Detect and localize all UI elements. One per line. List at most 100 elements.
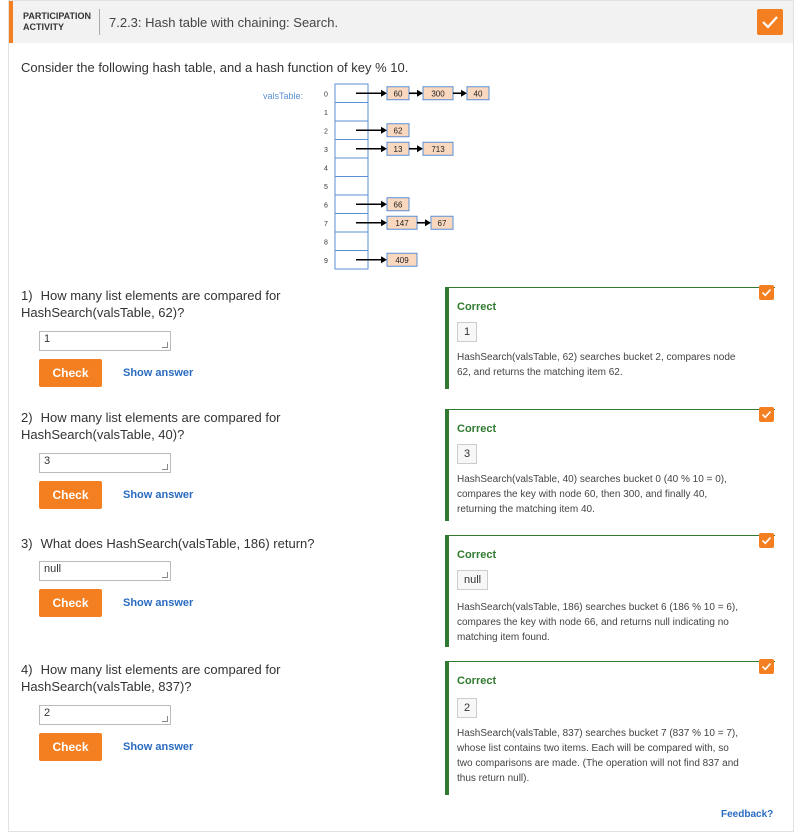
check-button-4[interactable]: Check	[39, 733, 102, 761]
arrow-head-icon	[381, 145, 387, 153]
intro-text: Consider the following hash table, and a…	[21, 60, 409, 75]
header-divider	[99, 9, 100, 35]
activity-header: PARTICIPATION ACTIVITY 7.2.3: Hash table…	[9, 1, 793, 43]
explanation-text: HashSearch(valsTable, 62) searches bucke…	[457, 352, 736, 378]
question-2-checkmark-icon	[759, 407, 774, 422]
list-node-value: 40	[474, 89, 483, 98]
bucket-cell	[334, 157, 369, 177]
check-button-2[interactable]: Check	[39, 481, 102, 509]
correct-label: Correct	[457, 423, 497, 435]
bucket-cell	[334, 176, 369, 196]
show-answer-link-4[interactable]: Show answer	[123, 741, 193, 753]
list-node	[386, 141, 410, 156]
bucket-cell	[334, 83, 369, 103]
correct-label: Correct	[457, 549, 497, 561]
answer-input-1[interactable]: 1	[39, 331, 171, 351]
list-node-value: 67	[438, 219, 447, 228]
list-node	[386, 86, 410, 101]
feedback-link[interactable]: Feedback?	[721, 809, 773, 820]
answer-value: 1	[44, 333, 51, 345]
arrow-head-icon	[461, 89, 467, 97]
resize-grip-icon[interactable]	[162, 464, 168, 470]
check-button-3[interactable]: Check	[39, 589, 102, 617]
question-number: 3)	[21, 536, 33, 551]
arrow-head-icon	[417, 145, 423, 153]
list-node	[466, 86, 490, 101]
list-node-value: 713	[431, 145, 445, 154]
resize-grip-icon[interactable]	[162, 342, 168, 348]
bucket-index: 6	[324, 202, 328, 209]
bucket-index: 2	[324, 128, 328, 135]
completion-checkmark-icon	[757, 9, 783, 35]
bucket-cell	[334, 194, 369, 214]
feedback-panel-3: Correct null HashSearch(valsTable, 186) …	[445, 535, 775, 647]
question-number: 2)	[21, 410, 33, 425]
question-3-checkmark-icon	[759, 533, 774, 548]
bucket-index: 8	[324, 239, 328, 246]
question-text: What does HashSearch(valsTable, 186) ret…	[40, 536, 315, 551]
explanation-text: HashSearch(valsTable, 837) searches buck…	[457, 728, 739, 784]
correct-value: 3	[457, 444, 478, 464]
show-answer-link-1[interactable]: Show answer	[123, 367, 193, 379]
bucket-cell	[334, 213, 369, 233]
answer-input-2[interactable]: 3	[39, 453, 171, 473]
list-node	[386, 252, 418, 267]
resize-grip-icon[interactable]	[162, 716, 168, 722]
answer-input-4[interactable]: 2	[39, 705, 171, 725]
answer-value: 3	[44, 455, 51, 467]
list-node-value: 409	[395, 256, 409, 265]
bucket-index: 9	[324, 258, 328, 265]
show-answer-link-2[interactable]: Show answer	[123, 489, 193, 501]
check-button-1[interactable]: Check	[39, 359, 102, 387]
list-node	[422, 86, 454, 101]
list-node-value: 60	[394, 89, 403, 98]
bucket-index: 5	[324, 184, 328, 191]
bucket-index: 0	[324, 91, 328, 98]
question-text: How many list elements are compared for …	[21, 288, 281, 320]
bucket-cell	[334, 102, 369, 122]
answer-value: null	[44, 563, 62, 575]
feedback-panel-2: Correct 3 HashSearch(valsTable, 40) sear…	[445, 409, 775, 521]
feedback-panel-4: Correct 2 HashSearch(valsTable, 837) sea…	[445, 661, 775, 795]
correct-label: Correct	[457, 301, 497, 313]
resize-grip-icon[interactable]	[162, 572, 168, 578]
explanation-text: HashSearch(valsTable, 40) searches bucke…	[457, 474, 727, 515]
arrow-head-icon	[381, 200, 387, 208]
question-1-checkmark-icon	[759, 285, 774, 300]
hash-table-diagram: valsTable: 0123456789 60 300 406213 7136614…	[263, 83, 490, 270]
answer-input-3[interactable]: null	[39, 561, 171, 581]
list-node-value: 147	[395, 219, 409, 228]
activity-type-label: PARTICIPATION ACTIVITY	[23, 11, 91, 32]
correct-value: null	[457, 570, 489, 590]
list-node-value: 300	[431, 89, 445, 98]
bucket-cell	[334, 120, 369, 140]
question-3: 3) What does HashSearch(valsTable, 186) …	[21, 535, 411, 552]
list-node	[430, 215, 454, 230]
show-answer-link-3[interactable]: Show answer	[123, 597, 193, 609]
arrow-head-icon	[381, 219, 387, 227]
explanation-text: HashSearch(valsTable, 186) searches buck…	[457, 602, 738, 643]
arrow-head-icon	[417, 89, 423, 97]
bucket-cell	[334, 250, 369, 270]
correct-value: 2	[457, 698, 478, 718]
list-node	[386, 123, 410, 138]
list-node	[386, 197, 410, 212]
bucket-index: 7	[324, 221, 328, 228]
question-number: 1)	[21, 288, 33, 303]
question-text: How many list elements are compared for …	[21, 410, 281, 442]
arrow-head-icon	[381, 256, 387, 264]
correct-label: Correct	[457, 675, 497, 687]
answer-value: 2	[44, 707, 51, 719]
bucket-index: 1	[324, 110, 328, 117]
correct-value: 1	[457, 322, 478, 342]
bucket-index: 4	[324, 165, 328, 172]
arrow-head-icon	[381, 126, 387, 134]
question-number: 4)	[21, 662, 33, 677]
question-2: 2) How many list elements are compared f…	[21, 409, 411, 443]
question-1: 1) How many list elements are compared f…	[21, 287, 411, 321]
bucket-cell	[334, 231, 369, 251]
feedback-panel-1: Correct 1 HashSearch(valsTable, 62) sear…	[445, 287, 775, 389]
list-node	[386, 215, 418, 230]
activity-title: 7.2.3: Hash table with chaining: Search.	[109, 15, 339, 30]
question-4: 4) How many list elements are compared f…	[21, 661, 411, 695]
